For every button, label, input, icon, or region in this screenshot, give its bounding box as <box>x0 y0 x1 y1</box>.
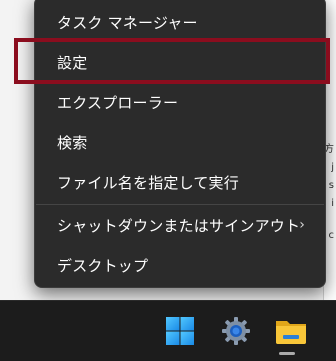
start-context-menu: タスク マネージャー 設定 エクスプローラー 検索 ファイル名を指定して実行 シ… <box>34 0 326 288</box>
background-text: c <box>328 230 335 241</box>
menu-item-label: ファイル名を指定して実行 <box>57 173 239 192</box>
menu-separator <box>36 204 324 205</box>
menu-item-label: 設定 <box>57 53 88 72</box>
background-text: s <box>328 180 334 191</box>
chevron-right-icon: › <box>299 217 305 233</box>
menu-item-file-explorer[interactable]: エクスプローラー <box>41 84 319 120</box>
file-explorer-folder-icon[interactable] <box>274 315 306 347</box>
menu-item-task-manager[interactable]: タスク マネージャー <box>41 4 319 40</box>
background-text: i <box>331 198 334 209</box>
settings-gear-icon[interactable] <box>220 315 252 347</box>
menu-item-run[interactable]: ファイル名を指定して実行 <box>41 164 319 200</box>
menu-item-label: シャットダウンまたはサインアウト <box>57 216 301 235</box>
menu-item-label: デスクトップ <box>57 256 149 275</box>
menu-item-shutdown-signout[interactable]: シャットダウンまたはサインアウト › <box>41 207 319 243</box>
menu-item-desktop[interactable]: デスクトップ <box>41 247 319 283</box>
menu-item-label: エクスプローラー <box>57 93 179 112</box>
explorer-running-indicator <box>279 352 295 355</box>
menu-item-search[interactable]: 検索 <box>41 124 319 160</box>
menu-item-settings[interactable]: 設定 <box>41 44 319 80</box>
menu-item-label: 検索 <box>57 133 88 152</box>
background-text: j <box>331 162 334 173</box>
menu-item-label: タスク マネージャー <box>57 13 198 32</box>
windows-start-icon[interactable] <box>164 315 196 347</box>
